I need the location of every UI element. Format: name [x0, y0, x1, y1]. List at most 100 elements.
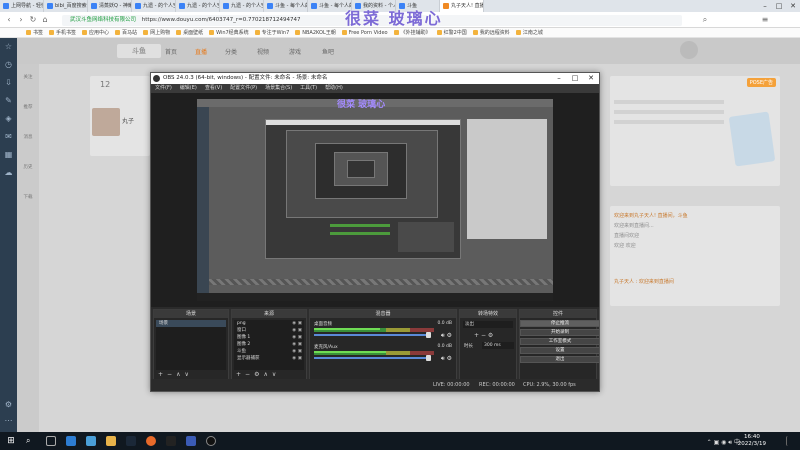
nav-game[interactable]: 游戏: [289, 47, 301, 56]
bookmark-item[interactable]: 江南之城: [516, 28, 543, 37]
exit-button[interactable]: 退出: [520, 356, 600, 363]
menu-tools[interactable]: 工具(T): [300, 84, 317, 93]
settings-button[interactable]: 设置: [520, 347, 600, 354]
stop-streaming-button[interactable]: 停止推流: [520, 320, 600, 327]
back-icon[interactable]: ‹: [4, 15, 14, 25]
maximize-icon[interactable]: □: [772, 0, 786, 12]
eye-icon[interactable]: ◉: [292, 341, 296, 348]
lock-icon[interactable]: ▣: [298, 348, 302, 355]
nav-home[interactable]: 首页: [165, 47, 177, 56]
browser-tab[interactable]: bibi_百度搜索: [44, 0, 88, 12]
browser-tab[interactable]: 九遗 - 的个人空间_...: [132, 0, 176, 12]
gear-icon[interactable]: ⚙: [488, 332, 493, 339]
app-icon[interactable]: [166, 436, 176, 446]
obs-taskbar-icon[interactable]: [206, 436, 216, 446]
bookmark-item[interactable]: 红警2中国: [437, 28, 467, 37]
menu-edit[interactable]: 编辑(E): [180, 84, 197, 93]
sidebar-item-history[interactable]: 历史: [19, 164, 37, 170]
bookmark-item[interactable]: 专注于Win7: [255, 28, 290, 37]
bookmark-item[interactable]: 《外挂辅助》: [394, 28, 431, 37]
windows-start-icon[interactable]: ⊞: [6, 436, 16, 446]
nav-live[interactable]: 直播: [195, 47, 207, 56]
bookmark-item[interactable]: 网上购物: [143, 28, 170, 37]
add-icon[interactable]: +: [236, 371, 241, 379]
up-icon[interactable]: ∧: [176, 371, 180, 379]
source-item[interactable]: 显示器捕获 ◉ ▣: [234, 355, 304, 362]
nav-category[interactable]: 分类: [225, 47, 237, 56]
system-tray[interactable]: ⌃ ▣ ◉ 🔊︎ 中: [707, 437, 740, 447]
minimize-icon[interactable]: –: [551, 73, 567, 84]
volume-slider[interactable]: [314, 357, 429, 359]
lock-icon[interactable]: ▣: [298, 341, 302, 348]
download-icon[interactable]: ⇩: [4, 78, 13, 87]
steam-icon[interactable]: [126, 436, 136, 446]
douyu-logo[interactable]: 斗鱼: [117, 44, 161, 58]
up-icon[interactable]: ∧: [263, 371, 267, 379]
forward-icon[interactable]: ›: [16, 15, 26, 25]
folder-icon[interactable]: [106, 436, 116, 446]
bookmark-item[interactable]: 我的远程资料: [473, 28, 510, 37]
nav-fishbar[interactable]: 鱼吧: [322, 47, 334, 56]
streamer-avatar[interactable]: [92, 108, 120, 136]
eye-icon[interactable]: ◉: [292, 320, 296, 327]
mail-icon[interactable]: ✉: [4, 132, 13, 141]
bookmark-item[interactable]: NBA2KOL王朝: [295, 28, 336, 37]
scene-item[interactable]: 场景: [156, 320, 226, 327]
sidebar-item-recommend[interactable]: 推荐: [19, 104, 37, 110]
eye-icon[interactable]: ◉: [292, 355, 296, 362]
clock[interactable]: 16:40 2022/3/19: [738, 434, 766, 448]
menu-profile[interactable]: 配置文件(P): [230, 84, 257, 93]
sidebar-item-download[interactable]: 下载: [19, 194, 37, 200]
browser-tab[interactable]: 上网导航 - 轻快上网: [0, 0, 44, 12]
browser-tab-active[interactable]: 丸子天人! 直播_...: [440, 0, 484, 12]
sidebar-item-message[interactable]: 消息: [19, 134, 37, 140]
refresh-icon[interactable]: ↻: [28, 15, 38, 25]
home-icon[interactable]: ⌂: [40, 15, 50, 25]
bookmark-item[interactable]: Win7经典系统: [209, 28, 249, 37]
menu-scene-collection[interactable]: 场景集合(S): [265, 84, 292, 93]
nav-video[interactable]: 视频: [257, 47, 269, 56]
bookmark-item[interactable]: 百马站: [115, 28, 137, 37]
bookmark-item[interactable]: 书签: [26, 28, 43, 37]
lock-icon[interactable]: ▣: [298, 334, 302, 341]
browser-tab[interactable]: 清蒸妖Q - 神耀神耀: [88, 0, 132, 12]
sidebar-item-follow[interactable]: 关注: [19, 74, 37, 80]
down-icon[interactable]: ∨: [272, 371, 276, 379]
speaker-icon[interactable]: 🔊︎ ⚙: [441, 355, 452, 363]
avatar[interactable]: [680, 41, 698, 59]
speaker-icon[interactable]: 🔊︎ ⚙: [441, 332, 452, 340]
gear-icon[interactable]: ⚙: [254, 371, 259, 379]
star-icon[interactable]: ☆: [4, 42, 13, 51]
apps-icon[interactable]: ▦: [4, 150, 13, 159]
menu-file[interactable]: 文件(F): [155, 84, 172, 93]
remove-icon[interactable]: −: [245, 371, 250, 379]
start-recording-button[interactable]: 开始录制: [520, 329, 600, 336]
eye-icon[interactable]: ◉: [292, 334, 296, 341]
note-icon[interactable]: ✎: [4, 96, 13, 105]
menu-icon[interactable]: ≡: [760, 15, 770, 25]
source-item[interactable]: png ◉ ▣: [234, 320, 304, 327]
bookmark-item[interactable]: 手机书签: [49, 28, 76, 37]
search-icon[interactable]: ⌕: [700, 15, 710, 25]
minimize-icon[interactable]: –: [758, 0, 772, 12]
transition-select[interactable]: 淡出: [463, 321, 513, 328]
remove-icon[interactable]: −: [481, 332, 486, 339]
volume-knob[interactable]: [426, 332, 431, 338]
maximize-icon[interactable]: □: [567, 73, 583, 84]
source-item[interactable]: 窗口 ◉ ▣: [234, 327, 304, 334]
bookmark-item[interactable]: Free Porn Video: [342, 28, 388, 37]
volume-slider[interactable]: [314, 334, 429, 336]
close-icon[interactable]: ✕: [583, 73, 599, 84]
browser-tab[interactable]: 九遗 - 的个人空间_...: [176, 0, 220, 12]
lock-icon[interactable]: ▣: [298, 355, 302, 362]
lock-icon[interactable]: ▣: [298, 327, 302, 334]
source-item[interactable]: 图像 1 ◉ ▣: [234, 334, 304, 341]
cloud-icon[interactable]: ☁: [4, 168, 13, 177]
source-item[interactable]: 图像 2 ◉ ▣: [234, 341, 304, 348]
app-icon[interactable]: [86, 436, 96, 446]
more-icon[interactable]: ⋯: [4, 416, 13, 425]
lock-icon[interactable]: ▣: [298, 320, 302, 327]
app-icon[interactable]: [146, 436, 156, 446]
browser-app-icon[interactable]: [66, 436, 76, 446]
game-icon[interactable]: ◈: [4, 114, 13, 123]
